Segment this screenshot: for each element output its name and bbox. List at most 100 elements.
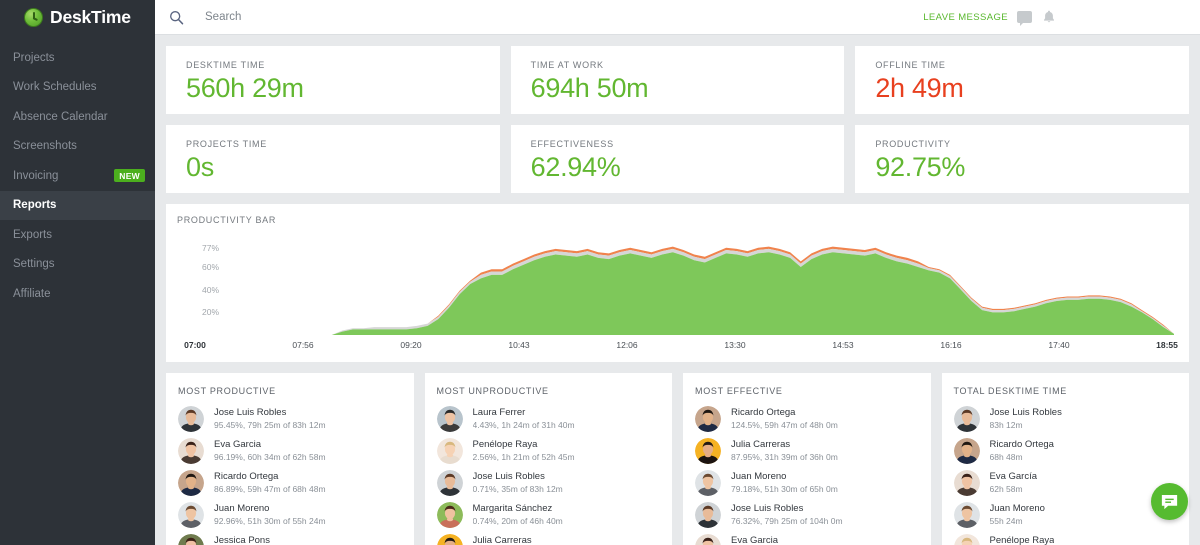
sidebar-item-work-schedules[interactable]: Work Schedules [0,73,155,103]
x-tick-label: 12:06 [616,340,638,350]
person-info: Margarita Sánchez 0.74%, 20m of 46h 40m [473,503,563,527]
stat-card-effectiveness: EFFECTIVENESS 62.94% [510,125,845,193]
sidebar-item-invoicing[interactable]: Invoicing NEW [0,161,155,191]
y-tick-label: 60% [201,262,219,272]
person-detail: 0.71%, 35m of 83h 12m [472,484,563,495]
list-item[interactable]: Jose Luis Robles 0.71%, 35m of 83h 12m [436,467,661,499]
list-item[interactable]: Eva García 62h 58m [953,467,1178,499]
person-name: Margarita Sánchez [472,503,553,515]
sidebar-item-projects[interactable]: Projects [0,43,155,73]
person-name: Penélope Raya [472,439,538,451]
list-item[interactable]: Juan Moreno 92.96%, 51h 30m of 55h 24m [178,499,402,531]
sidebar-item-exports[interactable]: Exports [0,220,155,250]
chart-x-axis: 07:00 07:56 09:20 10:43 12:06 13:30 14:53 16:16… [177,340,1179,354]
list-item[interactable]: Juan Moreno 55h 24m [953,499,1178,531]
stat-label: PROJECTS TIME [186,139,267,149]
list-item[interactable]: Jose Luis Robles 95.45%, 79h 25m of 83h 1… [178,403,402,435]
stat-value: 560h 29m [186,73,304,103]
avatar [695,470,721,496]
person-detail: 95.45%, 79h 25m of 83h 12m [214,420,326,431]
person-info: Ricardo Ortega 86.89%, 59h 47m of 68h 48m [214,471,326,495]
sidebar-item-absence-calendar[interactable]: Absence Calendar [0,102,155,132]
search-icon[interactable] [168,9,185,26]
person-name: Laura Ferrer [472,407,526,419]
sidebar-item-affiliate[interactable]: Affiliate [0,279,155,309]
x-tick-label: 10:43 [508,340,530,350]
chart-y-axis: 77% 60% 40% 20% [177,225,219,357]
app-title: DeskTime [50,7,131,27]
panel-most-effective: MOST EFFECTIVE Ricardo Ortega 124.5%, 59h … [683,373,931,545]
panel-title: MOST PRODUCTIVE [178,386,276,396]
x-tick-label: 18:55 [1156,340,1178,350]
avatar [178,438,204,464]
panel-most-unproductive: MOST UNPRODUCTIVE Laura Ferrer 4.43%, 1h 2… [424,373,672,545]
x-tick-label: 16:16 [940,340,962,350]
person-info: Julia Carreras0.26%, 5m of 32h 5m [473,535,554,545]
avatar [436,438,463,464]
search-input[interactable] [205,11,465,23]
stat-label: DESKTIME TIME [186,60,265,70]
x-tick-label: 13:30 [724,340,746,350]
person-name: Juan Moreno [989,503,1045,515]
person-detail: 2.56%, 1h 21m of 52h 45m [472,452,575,463]
chat-bubble-icon[interactable] [1151,483,1188,520]
list-item[interactable]: Juan Moreno 79.18%, 51h 30m of 65h 0m [695,467,919,499]
x-tick-label: 07:00 [184,340,206,350]
stat-card-productivity: PRODUCTIVITY 92.75% [855,125,1189,193]
topbar-actions: LEAVE MESSAGE [923,9,1200,26]
person-name: Eva Garcia [214,439,261,451]
sidebar-item-settings[interactable]: Settings [0,250,155,280]
avatar [178,470,204,496]
stat-label: EFFECTIVENESS [530,139,614,149]
panel-total-desktime-time: TOTAL DESKTIME TIME Jose Luis Robles 83h 1… [941,373,1189,545]
speech-bubble-icon[interactable] [1017,11,1032,26]
list-item[interactable]: Penélope Raya52h 45m [953,531,1178,545]
app-logo[interactable]: DeskTime [0,0,155,35]
person-info: Jose Luis Robles 76.32%, 79h 25m of 104h … [731,503,843,527]
leave-message-button[interactable]: LEAVE MESSAGE [923,12,1008,23]
productivity-bar-card: PRODUCTIVITY BAR 77% 60% 40% 20% 07:00 07:56… [166,204,1189,362]
stat-card-projects-time: PROJECTS TIME 0s [166,125,500,193]
list-item[interactable]: Eva Garcia 96.19%, 60h 34m of 62h 58m [178,435,402,467]
stat-card-time-at-work: TIME AT WORK 694h 50m [510,46,845,114]
avatar [953,534,980,545]
panel-title: MOST UNPRODUCTIVE [436,386,549,396]
list-item[interactable]: Julia Carreras0.26%, 5m of 32h 5m [436,531,661,545]
sidebar-item-label: Work Schedules [13,81,97,94]
avatar [953,470,980,496]
person-name: Julia Carreras [472,535,532,545]
person-info: Julia Carreras 87.95%, 31h 39m of 36h 0m [731,439,838,463]
person-detail: 96.19%, 60h 34m of 62h 58m [214,452,326,463]
person-detail: 92.96%, 51h 30m of 55h 24m [214,516,326,527]
list-item[interactable]: Ricardo Ortega 86.89%, 59h 47m of 68h 48m [178,467,402,499]
person-info: Jose Luis Robles 83h 12m [990,407,1062,431]
chart-title: PRODUCTIVITY BAR [177,215,277,225]
list-item[interactable]: Jose Luis Robles 76.32%, 79h 25m of 104h … [695,499,919,531]
sidebar-item-reports[interactable]: Reports [0,190,155,220]
list-item[interactable]: Jessica Pons98.99%, 50h 47m of 51h 18m [178,531,402,545]
list-item[interactable]: Ricardo Ortega 68h 48m [953,435,1178,467]
person-name: Jose Luis Robles [989,407,1062,419]
list-item[interactable]: Margarita Sánchez 0.74%, 20m of 46h 40m [436,499,661,531]
person-detail: 62h 58m [989,484,1023,495]
person-detail: 55h 24m [989,516,1023,527]
list-item[interactable]: Laura Ferrer 4.43%, 1h 24m of 31h 40m [436,403,661,435]
person-info: Laura Ferrer 4.43%, 1h 24m of 31h 40m [473,407,575,431]
list-item[interactable]: Eva Garcia63.04%, 60h 34m of 96h 0m [695,531,919,545]
sidebar-item-screenshots[interactable]: Screenshots [0,132,155,162]
chart-area: 77% 60% 40% 20% 07:00 07:56 09:20 10:43 12:06 13… [177,225,1179,357]
bell-icon[interactable] [1041,9,1057,25]
sidebar-item-label: Affiliate [13,287,51,300]
list-item[interactable]: Julia Carreras 87.95%, 31h 39m of 36h 0m [695,435,919,467]
person-detail: 76.32%, 79h 25m of 104h 0m [731,516,843,527]
avatar [178,534,204,545]
list-item[interactable]: Penélope Raya 2.56%, 1h 21m of 52h 45m [436,435,661,467]
sidebar-item-label: Screenshots [13,140,77,153]
person-detail: 83h 12m [989,420,1023,431]
person-name: Ricardo Ortega [214,471,279,483]
avatar [436,502,463,528]
avatar [436,470,463,496]
stat-value: 0s [186,152,214,182]
list-item[interactable]: Jose Luis Robles 83h 12m [953,403,1178,435]
list-item[interactable]: Ricardo Ortega 124.5%, 59h 47m of 48h 0m [695,403,919,435]
